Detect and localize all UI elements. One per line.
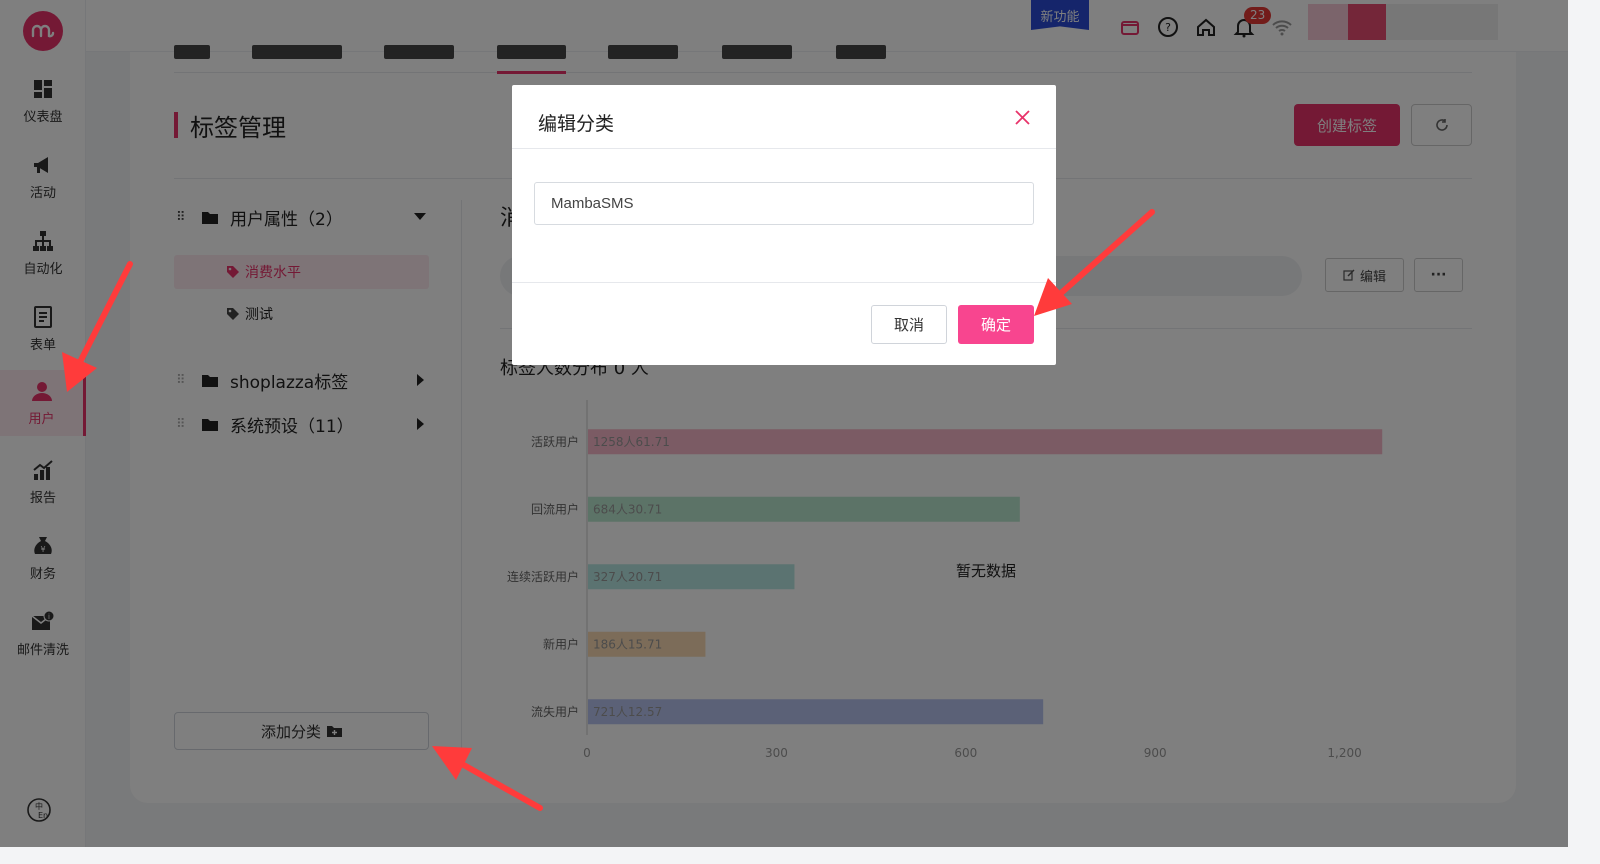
modal-footer-divider — [512, 282, 1056, 283]
confirm-button[interactable]: 确定 — [958, 305, 1034, 344]
cancel-button[interactable]: 取消 — [871, 305, 947, 344]
category-name-input[interactable] — [534, 182, 1034, 225]
edit-category-modal: 编辑分类 取消 确定 — [512, 85, 1056, 365]
modal-header-divider — [512, 148, 1056, 149]
close-icon[interactable] — [1014, 109, 1031, 126]
modal-title: 编辑分类 — [538, 113, 615, 135]
